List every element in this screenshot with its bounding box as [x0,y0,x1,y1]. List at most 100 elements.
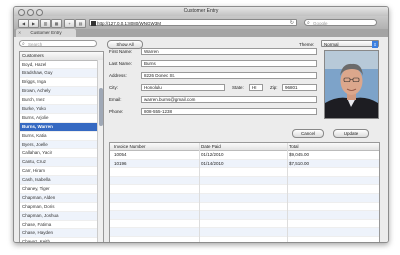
minimize-button[interactable] [27,9,34,16]
book-icon: ▥ [43,21,48,26]
reload-icon[interactable]: ↻ [290,20,294,27]
scrollbar-thumb[interactable] [98,87,103,126]
invoice-table-header: Invoice Number Date Paid Total [110,143,379,151]
customer-list-item[interactable]: Brown, Achely [20,87,103,97]
tab-label: Customer Entry [30,30,62,35]
empty-invoice-row [110,168,379,177]
city-label: City: [109,85,118,90]
customer-list-header: Customers [20,52,103,61]
zoom-button[interactable] [36,9,43,16]
customer-list-item[interactable]: Chavez, Keith [20,238,103,242]
invoice-number-cell: 10196 [114,160,127,166]
customer-list-item[interactable]: Chaney, Tiger [20,185,103,194]
theme-label: Theme: [299,42,315,47]
invoice-row[interactable]: 10054 01/12/2010 $9,045.00 [110,151,379,160]
last-name-label: Last Name: [109,61,133,66]
phone-field[interactable]: 808-555-1238 [141,108,317,115]
sidebar-toggle-button[interactable]: ▥ [40,19,51,28]
customer-list-item[interactable]: Chapman, Doris [20,203,103,212]
empty-invoice-row [110,193,379,203]
cancel-button[interactable]: Cancel [292,129,324,138]
email-label: Email: [109,97,122,102]
customer-list-item[interactable]: Burke, Yoko [20,104,103,114]
add-bookmark-button[interactable]: + [64,19,75,28]
customer-list-item[interactable]: Briggs, Inga [20,78,103,88]
page-icon: ▤ [78,21,83,26]
email-field[interactable]: warren.burns@gmail.com [141,96,317,103]
date-paid-column-header[interactable]: Date Paid [199,143,221,150]
customer-list-item[interactable]: Chase, Fatima [20,221,103,230]
address-bar[interactable]: http://127.0.0.1:8080/WNGW3M ↻ [89,19,297,26]
empty-invoice-row [110,211,379,220]
browser-window: Customer Entry ◀ ▶ ▥ ▦ + ▤ http://127.0.… [13,6,389,243]
customer-search-placeholder: Search [28,42,43,47]
browser-toolbar: ◀ ▶ ▥ ▦ + ▤ http://127.0.0.1:8080/WNGW3M… [14,16,388,29]
state-label: State: [232,85,244,90]
customer-list-item[interactable]: Chapman, Joshua [20,211,103,221]
web-search-placeholder: Google [313,21,328,26]
invoice-row[interactable]: 10196 01/14/2010 $7,510.00 [110,159,379,169]
customer-list-item[interactable]: Burns, Katia [20,132,103,141]
customer-search-input[interactable]: ⌕ Search [19,40,97,47]
app-content: ⌕ Search Show All Theme: Normal ⇕ Custom… [14,37,388,242]
customer-list-item[interactable]: Burns, Warren [20,122,103,132]
phone-label: Phone: [109,109,124,114]
portrait-image [325,51,378,118]
customer-list-item[interactable]: Boyd, Hazel [20,61,103,70]
total-cell: $9,045.00 [289,152,310,157]
page-menu-button[interactable]: ▤ [75,19,86,28]
date-paid-cell: 01/12/2010 [201,152,224,157]
theme-value: Normal [324,42,339,47]
favicon-icon [91,21,96,26]
empty-invoice-row [110,228,379,237]
show-all-button[interactable]: Show All [107,40,143,49]
date-paid-cell: 01/14/2010 [201,160,224,166]
total-column-header[interactable]: Total [287,143,299,150]
customer-list-item[interactable]: Callahan, Yacir [20,149,103,159]
zip-label: Zip: [270,85,278,90]
empty-invoice-row [110,237,379,242]
first-name-label: First Name: [109,49,133,54]
customer-list-item[interactable]: Chapman, Alden [20,193,103,203]
web-search-field[interactable]: ⌕ Google [304,19,377,26]
customer-list-item[interactable]: Bradshaw, Guy [20,69,103,79]
invoice-number-cell: 10054 [114,152,127,157]
customer-list-item[interactable]: Burns, Arjolie [20,114,103,123]
state-field[interactable]: HI [249,84,263,91]
empty-invoice-row [110,185,379,194]
customer-list[interactable]: Customers Boyd, Hazel Bradshaw, Guy Briggs… [19,51,104,242]
dropdown-arrows-icon: ⇕ [372,41,378,48]
zip-field[interactable]: 96801 [282,84,317,91]
customer-list-item[interactable]: Chase, Hayden [20,229,103,239]
total-cell: $7,510.00 [289,160,310,166]
column-divider [287,143,288,242]
invoice-number-column-header[interactable]: Invoice Number [112,143,146,150]
close-button[interactable] [18,9,25,16]
topsites-button[interactable]: ▦ [51,19,62,28]
invoice-table: Invoice Number Date Paid Total 10054 01/1… [109,142,380,242]
customer-list-item[interactable]: Carr, Hiram [20,167,103,177]
address-field[interactable]: 8226 Donec St. [141,72,317,79]
back-arrow-icon: ◀ [21,21,26,26]
customer-list-item[interactable]: Burch, Inez [20,96,103,105]
customer-photo [324,50,379,119]
url-text: http://127.0.0.1:8080/WNGW3M [97,21,162,26]
forward-arrow-icon: ▶ [31,21,36,26]
tab-customer-entry[interactable]: ✕ Customer Entry [16,29,76,37]
close-tab-icon[interactable]: ✕ [18,29,21,37]
customer-list-scrollbar[interactable] [97,59,103,242]
address-label: Address: [109,73,127,78]
empty-invoice-row [110,203,379,212]
window-title: Customer Entry [183,8,219,14]
title-bar: Customer Entry [14,7,388,16]
first-name-field[interactable]: Warren [141,48,317,55]
last-name-field[interactable]: Burns [141,60,317,67]
customer-list-item[interactable]: Byers, Joelle [20,140,103,150]
update-button[interactable]: Update [333,129,369,138]
forward-button[interactable]: ▶ [28,19,39,28]
theme-select[interactable]: Normal ⇕ [321,40,379,48]
customer-list-item[interactable]: Cash, Isabella [20,176,103,185]
city-field[interactable]: Honolulu [141,84,225,91]
search-icon: ⌕ [307,20,310,26]
customer-list-item[interactable]: Cantu, Cruz [20,158,103,168]
